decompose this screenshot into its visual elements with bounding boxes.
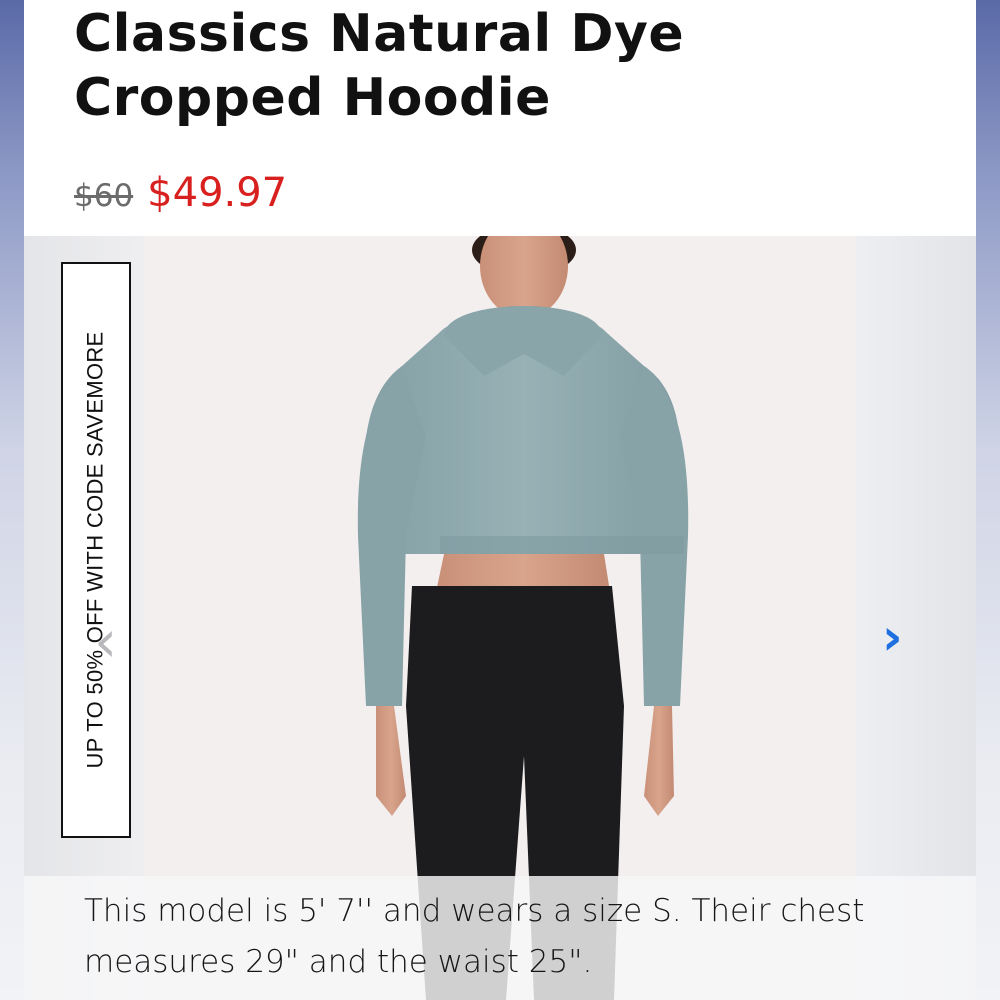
promo-banner[interactable]: UP TO 50% OFF WITH CODE SAVEMORE [61, 262, 131, 838]
product-card: Classics Natural Dye Cropped Hoodie $60 … [24, 0, 976, 1000]
product-title: Classics Natural Dye Cropped Hoodie [74, 2, 934, 130]
chevron-right-icon[interactable]: › [882, 612, 903, 662]
product-title-line-2: Cropped Hoodie [74, 68, 551, 128]
model-size-caption: This model is 5' 7'' and wears a size S.… [84, 893, 865, 980]
price-row: $60 $49.97 [74, 170, 287, 226]
sale-price: $49.97 [147, 170, 288, 216]
promo-text: UP TO 50% OFF WITH CODE SAVEMORE [83, 331, 109, 769]
product-title-line-1: Classics Natural Dye [74, 4, 685, 64]
product-image-gallery[interactable]: UP TO 50% OFF WITH CODE SAVEMORE ‹ › Thi… [24, 236, 976, 1000]
model-info-overlay: This model is 5' 7'' and wears a size S.… [24, 876, 976, 1000]
original-price: $60 [74, 178, 134, 214]
chevron-left-icon[interactable]: ‹ [94, 612, 117, 670]
